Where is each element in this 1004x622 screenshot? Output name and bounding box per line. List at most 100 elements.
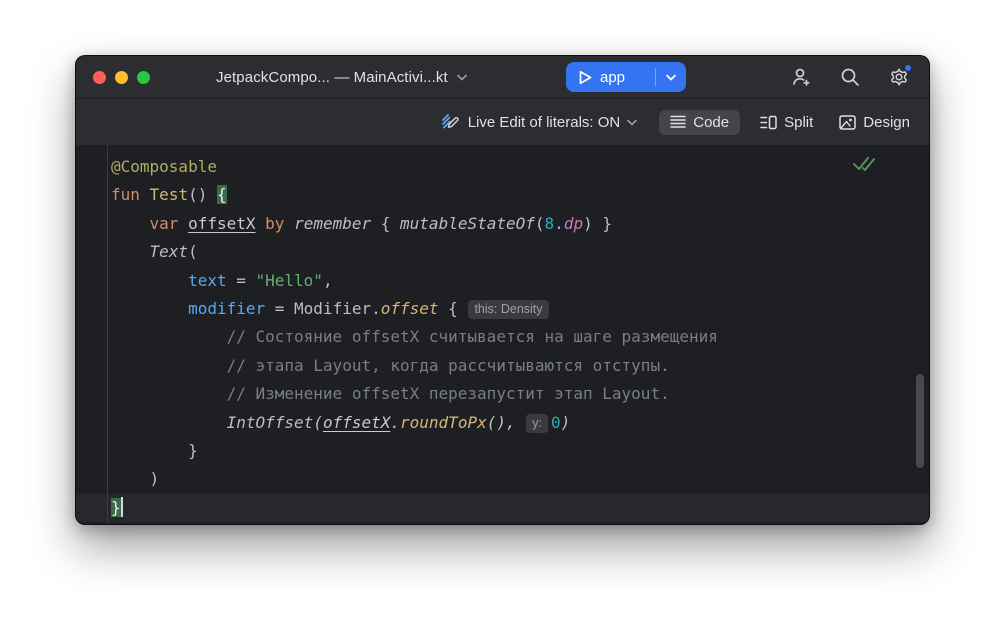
code-token: dp bbox=[564, 214, 583, 233]
code-token bbox=[111, 327, 227, 346]
tab-design[interactable]: Design bbox=[833, 110, 916, 135]
code-token bbox=[111, 299, 188, 318]
code-line[interactable]: text = "Hello", bbox=[111, 267, 929, 295]
settings-button[interactable] bbox=[888, 66, 910, 88]
code-token bbox=[111, 384, 227, 403]
tab-split[interactable]: Split bbox=[754, 110, 819, 135]
code-line[interactable]: @Composable bbox=[111, 153, 929, 181]
live-edit-dropdown[interactable]: Live Edit of literals: ON bbox=[441, 112, 638, 132]
code-token: "Hello" bbox=[256, 271, 323, 290]
code-token: Text bbox=[150, 242, 189, 261]
code-token: var bbox=[150, 214, 179, 233]
code-token: Modifier bbox=[294, 299, 371, 318]
code-token: . bbox=[371, 299, 381, 318]
run-config-label: app bbox=[600, 69, 625, 86]
code-token: offsetX bbox=[323, 413, 390, 432]
code-token bbox=[111, 413, 227, 432]
code-line[interactable]: modifier = Modifier.offset { this: Densi… bbox=[111, 295, 929, 323]
vertical-scrollbar[interactable] bbox=[916, 374, 924, 468]
code-token bbox=[256, 214, 266, 233]
code-token bbox=[111, 242, 150, 261]
code-token: } bbox=[111, 441, 198, 460]
code-token: ( bbox=[535, 214, 545, 233]
code-line[interactable]: ) bbox=[111, 465, 929, 493]
run-app-button[interactable]: app bbox=[566, 69, 655, 86]
settings-notification-dot bbox=[904, 64, 912, 72]
code-line[interactable]: // Состояние offsetX считывается на шаге… bbox=[111, 323, 929, 351]
code-line[interactable]: fun Test() { bbox=[111, 181, 929, 209]
code-token bbox=[284, 214, 294, 233]
code-token: // Состояние offsetX считывается на шаге… bbox=[227, 327, 718, 346]
code-token bbox=[178, 214, 188, 233]
window-title-group[interactable]: JetpackCompo... — MainActivi...kt bbox=[216, 56, 467, 98]
code-token: { bbox=[217, 185, 227, 204]
code-editor[interactable]: @Composablefun Test() { var offsetX by r… bbox=[76, 145, 929, 525]
code-token: remember bbox=[294, 214, 371, 233]
code-view-icon bbox=[670, 115, 686, 129]
live-edit-label: Live Edit of literals: ON bbox=[468, 114, 621, 131]
double-checkmark-icon bbox=[851, 153, 877, 175]
minimize-window-button[interactable] bbox=[115, 71, 128, 84]
text-cursor bbox=[121, 497, 123, 517]
code-token: { bbox=[371, 214, 400, 233]
tab-split-label: Split bbox=[784, 114, 813, 131]
code-token: = bbox=[227, 271, 256, 290]
inspections-widget[interactable] bbox=[851, 153, 877, 179]
chevron-down-icon bbox=[627, 119, 637, 126]
gutter-separator bbox=[107, 145, 108, 525]
add-user-icon bbox=[790, 66, 812, 88]
search-button[interactable] bbox=[839, 66, 861, 88]
code-token: ( bbox=[313, 413, 323, 432]
code-line[interactable]: IntOffset(offsetX.roundToPx(), y:0) bbox=[111, 409, 929, 437]
code-token: IntOffset bbox=[227, 413, 314, 432]
code-token: } bbox=[111, 498, 121, 517]
code-token: , bbox=[323, 271, 333, 290]
zoom-window-button[interactable] bbox=[137, 71, 150, 84]
title-bar: JetpackCompo... — MainActivi...kt app bbox=[76, 56, 929, 98]
code-line[interactable]: Text( bbox=[111, 238, 929, 266]
run-options-dropdown[interactable] bbox=[656, 74, 686, 81]
chevron-down-icon bbox=[666, 74, 676, 81]
window-title: JetpackCompo... — MainActivi...kt bbox=[216, 69, 448, 86]
code-token: // Изменение offsetX перезапустит этап L… bbox=[227, 384, 670, 403]
run-configuration-button[interactable]: app bbox=[566, 62, 686, 92]
code-token: by bbox=[265, 214, 284, 233]
traffic-lights bbox=[93, 56, 150, 98]
ide-window: JetpackCompo... — MainActivi...kt app bbox=[75, 55, 930, 525]
chevron-down-icon[interactable] bbox=[457, 74, 467, 81]
code-line[interactable]: // Изменение offsetX перезапустит этап L… bbox=[111, 380, 929, 408]
search-icon bbox=[839, 66, 861, 88]
code-line[interactable]: } bbox=[111, 437, 929, 465]
code-token: () bbox=[188, 185, 217, 204]
add-user-button[interactable] bbox=[790, 66, 812, 88]
code-token: . bbox=[390, 413, 400, 432]
code-token: offset bbox=[381, 299, 439, 318]
code-token: fun bbox=[111, 185, 140, 204]
code-area[interactable]: @Composablefun Test() { var offsetX by r… bbox=[76, 145, 929, 525]
code-line[interactable]: var offsetX by remember { mutableStateOf… bbox=[111, 210, 929, 238]
code-token: = bbox=[265, 299, 294, 318]
code-token: ( bbox=[188, 242, 198, 261]
code-token: Test bbox=[150, 185, 189, 204]
code-token: text bbox=[188, 271, 227, 290]
code-token: // этапа Layout, когда рассчитываются от… bbox=[227, 356, 670, 375]
design-view-icon bbox=[839, 115, 856, 130]
close-window-button[interactable] bbox=[93, 71, 106, 84]
code-token: mutableStateOf bbox=[400, 214, 535, 233]
code-token: @Composable bbox=[111, 157, 217, 176]
code-token: 8 bbox=[545, 214, 555, 233]
code-token: modifier bbox=[188, 299, 265, 318]
code-line[interactable]: // этапа Layout, когда рассчитываются от… bbox=[111, 352, 929, 380]
code-token: offsetX bbox=[188, 214, 255, 233]
code-line[interactable]: } bbox=[76, 494, 929, 522]
live-edit-icon bbox=[441, 112, 461, 132]
code-token: ) bbox=[111, 469, 159, 488]
tab-code-label: Code bbox=[693, 114, 729, 131]
code-token bbox=[111, 214, 150, 233]
code-token bbox=[111, 271, 188, 290]
code-token: ) } bbox=[583, 214, 612, 233]
tab-design-label: Design bbox=[863, 114, 910, 131]
code-token: { bbox=[439, 299, 468, 318]
editor-toolbar: Live Edit of literals: ON Code bbox=[76, 98, 929, 145]
tab-code[interactable]: Code bbox=[659, 110, 740, 135]
